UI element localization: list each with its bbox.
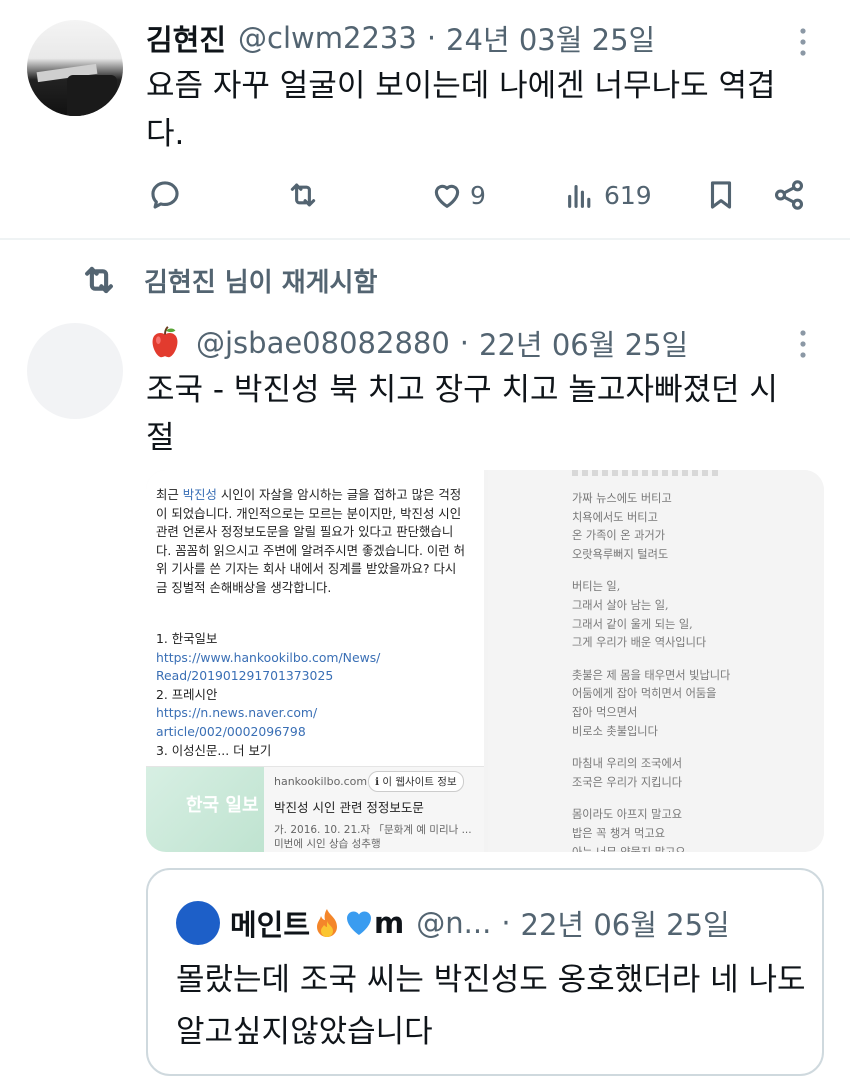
fire-emoji (317, 909, 338, 937)
poem-line: 몸이라도 아프지 말고요 (572, 808, 683, 822)
poem-line: 마침내 우리의 조국에서 (572, 757, 683, 771)
separator: · (426, 21, 437, 55)
poem-line: 가짜 뉴스에도 버티고 (572, 492, 672, 505)
blue-heart-emoji (347, 911, 372, 935)
retweet-button[interactable] (286, 170, 320, 220)
card-domain: hankookilbo.com (274, 775, 368, 788)
retweet-icon (85, 266, 113, 294)
link-preview-card: 한국 일보 hankookilbo.com ℹ 이 웹사이트 정보 박진성 시인… (146, 766, 484, 852)
card-snippet: 가. 2016. 10. 21.자 「문화계 예 미리나 ... 미번에 시인 … (274, 824, 472, 850)
retweet-icon (290, 183, 316, 207)
share-icon (774, 180, 804, 210)
author-handle[interactable]: @clwm2233 (238, 21, 417, 55)
poem-line: 그래서 살아 남는 일, (572, 598, 669, 612)
poem-line: 버티는 일, (572, 580, 621, 594)
tweet-date: 22년 06월 25일 (520, 908, 730, 942)
author-name: 메인트 (230, 908, 311, 942)
tweet-date[interactable]: 22년 06월 25일 (479, 322, 688, 364)
view-count: 619 (604, 180, 652, 210)
tweet-header: @jsbae08082880 · 22년 06월 25일 (146, 320, 688, 366)
apple-emoji (152, 326, 178, 358)
bookmark-icon (710, 181, 732, 209)
views-button[interactable]: 619 (564, 170, 652, 220)
author-handle: @n... (416, 906, 492, 940)
divider (0, 238, 850, 240)
quote-header: 메인트 m @n... · 22년 06월 25일 (176, 900, 730, 946)
author-name-suffix: m (374, 906, 405, 940)
poem-line: 온 가족이 온 과거가 (572, 529, 666, 543)
poem-line: 어둠에게 잡아 먹히면서 어둠을 (572, 687, 717, 701)
like-icon (434, 184, 460, 208)
media-grid: 최근 박진성 시인이 자살을 암시하는 글을 접하고 많은 걱정이 되었습니다.… (146, 470, 824, 852)
like-button[interactable]: 9 (430, 170, 486, 220)
tweet-date[interactable]: 24년 03월 25일 (446, 17, 655, 59)
card-title: 박진성 시인 관련 정정보도문 (274, 800, 424, 815)
screenshot-post-text: 최근 박진성 시인이 자살을 암시하는 글을 접하고 많은 걱정이 되었습니다.… (156, 487, 466, 595)
media-image-1[interactable]: 최근 박진성 시인이 자살을 암시하는 글을 접하고 많은 걱정이 되었습니다.… (146, 470, 484, 852)
reply-icon (151, 181, 179, 209)
screenshot-link-list: 1. 한국일보 https://www.hankookilbo.com/News… (156, 631, 381, 758)
poem-line: 그래서 같이 울게 되는 일, (572, 617, 693, 631)
separator: · (459, 326, 470, 360)
poem-line: 오랏욕루뻐지 털려도 (572, 547, 669, 561)
author-handle[interactable]: @jsbae08082880 (196, 326, 450, 360)
avatar[interactable] (27, 20, 123, 116)
poem-line: 잡아 먹으면서 (572, 705, 638, 719)
poem-line: 아는 너무 약물지 말고요 (572, 845, 686, 853)
poem-line: 촛불은 제 몸을 태우면서 빛납니다 (572, 668, 731, 682)
author-name[interactable]: 김현진 (146, 17, 226, 59)
bookmark-button[interactable] (704, 170, 738, 220)
repost-indicator[interactable]: 김현진 님이 재게시함 (80, 258, 377, 302)
poem-line: 비로소 촛불입니다 (572, 724, 658, 738)
quoted-tweet[interactable]: 메인트 m @n... · 22년 06월 25일 몰랐는데 조국 씨는 박진성… (146, 868, 824, 1076)
tweet-actions: 9 619 (148, 170, 808, 220)
tweet-text: 요즘 자꾸 얼굴이 보이는데 나에겐 너무나도 역겹다. (146, 68, 776, 152)
media-image-2[interactable]: 가짜 뉴스에도 버티고치욕에서도 버티고온 가족이 온 과거가오랏욕루뻐지 털려… (488, 470, 824, 852)
more-icon[interactable] (797, 26, 809, 58)
reply-button[interactable] (148, 170, 182, 220)
tweet-header: 김현진 @clwm2233 · 24년 03월 25일 (146, 16, 655, 60)
share-button[interactable] (772, 170, 806, 220)
poem-line: 그게 우리가 배운 역사입니다 (572, 636, 707, 650)
poem-line: 밥은 꼭 챙겨 먹고요 (572, 826, 666, 840)
views-icon (568, 184, 591, 208)
repost-label: 김현진 님이 재게시함 (144, 267, 378, 298)
like-count: 9 (470, 180, 486, 210)
card-badge: ℹ 이 웹사이트 정보 (368, 771, 464, 792)
more-icon[interactable] (797, 328, 809, 360)
separator: · (501, 906, 511, 940)
poem-text: 가짜 뉴스에도 버티고치욕에서도 버티고온 가족이 온 과거가오랏욕루뻐지 털려… (572, 490, 812, 852)
quote-text: 몰랐는데 조국 씨는 박진성도 옹호했더라 네 나도 알고싶지않았습니다 (176, 962, 806, 1050)
poem-line: 치욕에서도 버티고 (572, 510, 658, 524)
tweet-text: 조국 - 박진성 북 치고 장구 치고 놀고자빠졌던 시절 (146, 372, 778, 456)
card-thumbnail: 한국 일보 (146, 767, 264, 852)
avatar (176, 901, 220, 945)
poem-line: 조국은 우리가 지킵니다 (572, 775, 683, 789)
avatar[interactable] (27, 323, 123, 419)
